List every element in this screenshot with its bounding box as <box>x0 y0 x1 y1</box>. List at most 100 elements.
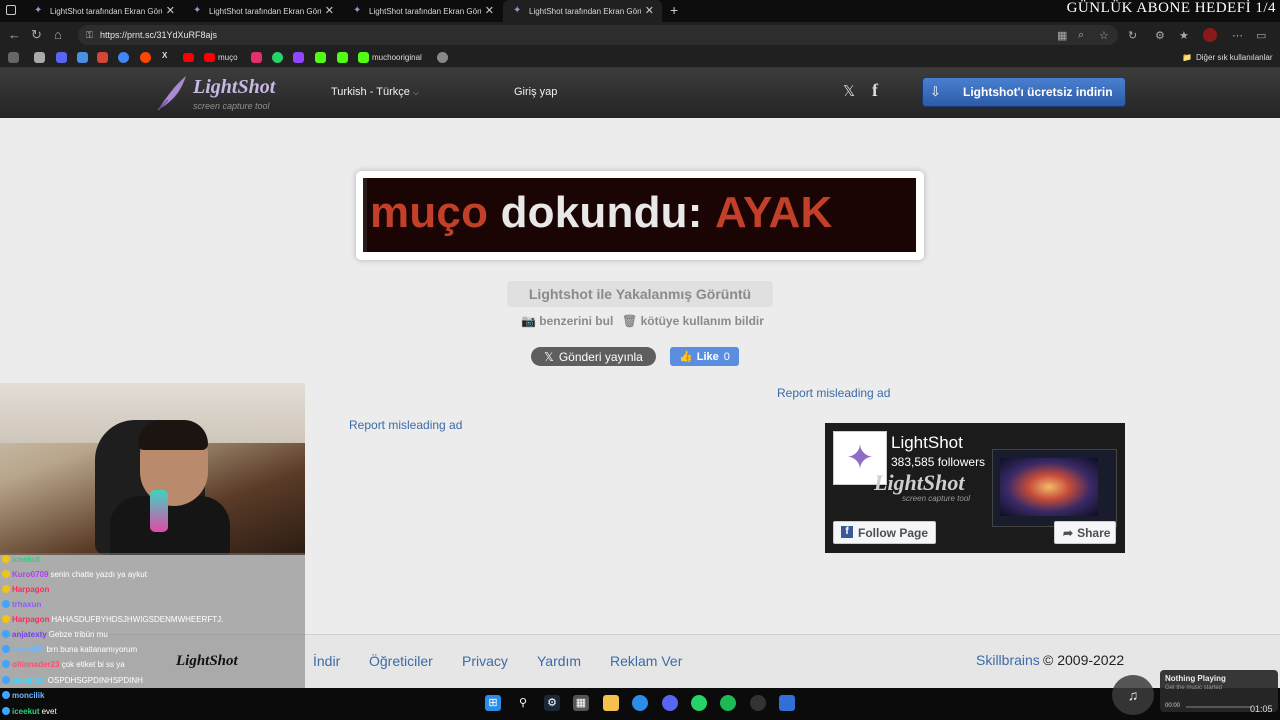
badge-icon <box>2 570 10 578</box>
steam-icon[interactable]: ⚙ <box>544 695 560 711</box>
bookmark-label[interactable]: muchooriginal <box>372 53 422 62</box>
youtube-icon[interactable] <box>183 53 194 62</box>
download-button[interactable]: Lightshot'ı ücretsiz indirin <box>922 77 1126 107</box>
lock-icon[interactable]: ⚿ <box>86 30 93 41</box>
widget-watermark: LightShot <box>874 470 965 495</box>
chat-message: moncilik <box>2 688 46 702</box>
report-misleading-ad-link[interactable]: Report misleading ad <box>349 418 462 432</box>
bookmark-icon[interactable] <box>34 52 45 63</box>
fb-page-name[interactable]: LightShot <box>891 433 963 453</box>
zoom-icon[interactable]: ⌕ <box>1078 29 1084 42</box>
close-icon[interactable]: ✕ <box>325 4 334 17</box>
footer-link-advertise[interactable]: Reklam Ver <box>610 653 682 669</box>
tab-title: LightShot tarafından Ekran Görün <box>50 6 162 16</box>
obs-icon[interactable] <box>750 695 766 711</box>
chat-username: Bedir027 <box>12 675 46 685</box>
lightshot-feather-icon: ✦ <box>353 5 362 16</box>
gmail-icon[interactable] <box>97 52 108 63</box>
chevron-down-icon: ⌵ <box>412 88 419 97</box>
close-icon[interactable]: ✕ <box>645 4 654 17</box>
more-icon[interactable]: ⋯ <box>1232 29 1243 42</box>
windows-start-icon[interactable]: ⊞ <box>485 695 501 711</box>
youtube-icon[interactable] <box>204 53 215 62</box>
extensions-icon[interactable]: ⚙ <box>1155 29 1165 42</box>
whatsapp-icon[interactable] <box>272 52 283 63</box>
chat-username: trhaxun <box>12 599 42 609</box>
language-select[interactable]: Turkish - Türkçe ⌵ <box>331 86 419 98</box>
camera-icon: 📷 <box>521 314 536 328</box>
store-icon[interactable]: ▦ <box>573 695 589 711</box>
x-icon[interactable]: X <box>162 51 167 60</box>
music-note-icon[interactable]: ♫ <box>1112 675 1154 715</box>
download-icon: ⇩ <box>930 84 941 99</box>
bookmark-icon[interactable] <box>8 52 19 63</box>
footer-link-privacy[interactable]: Privacy <box>462 653 508 669</box>
discord-icon[interactable] <box>56 52 67 63</box>
app-icon[interactable] <box>779 695 795 711</box>
browser-tab[interactable]: ✦ LightShot tarafından Ekran Görün ✕ <box>24 0 183 22</box>
find-similar-link[interactable]: 📷 benzerini bul <box>521 314 613 328</box>
favorite-star-icon[interactable]: ☆ <box>1099 29 1109 42</box>
twitch-icon[interactable] <box>293 52 304 63</box>
refresh-icon[interactable]: ↻ <box>1128 29 1137 42</box>
profile-avatar[interactable] <box>1203 28 1217 42</box>
new-tab-icon[interactable]: + <box>670 2 678 18</box>
close-icon[interactable]: ✕ <box>166 4 175 17</box>
reload-icon[interactable]: ↻ <box>31 27 42 43</box>
discord-icon[interactable] <box>662 695 678 711</box>
close-icon[interactable]: ✕ <box>485 4 494 17</box>
sidebar-icon[interactable]: ▭ <box>1256 29 1266 42</box>
report-misleading-ad-link[interactable]: Report misleading ad <box>777 386 890 400</box>
footer-link-tutorials[interactable]: Öğreticiler <box>369 653 433 669</box>
chat-message: Kuro0709 senin chatte yazdı ya aykut <box>2 567 147 581</box>
favorites-icon[interactable]: ★ <box>1179 29 1189 42</box>
skillbrains-link[interactable]: Skillbrains <box>976 652 1040 668</box>
taskbar-clock[interactable]: 01:05 <box>1250 704 1273 714</box>
kick-icon[interactable] <box>358 52 369 63</box>
chat-text: senin chatte yazdı ya aykut <box>50 569 147 579</box>
site-logo[interactable]: LightShot <box>193 76 275 99</box>
other-bookmarks[interactable]: Diğer sık kullanılanlar <box>1196 53 1272 62</box>
file-explorer-icon[interactable] <box>603 695 619 711</box>
edge-icon[interactable] <box>632 695 648 711</box>
tab-title: LightShot tarafından Ekran Görün <box>209 6 321 16</box>
bookmark-icon[interactable] <box>77 52 88 63</box>
browser-tab[interactable]: ✦ LightShot tarafından Ekran Görün ✕ <box>183 0 342 22</box>
login-link[interactable]: Giriş yap <box>514 86 557 98</box>
whatsapp-icon[interactable] <box>691 695 707 711</box>
folder-icon[interactable]: 📁 <box>1182 53 1192 62</box>
footer-link-help[interactable]: Yardım <box>537 653 581 669</box>
window-menu-icon[interactable] <box>6 5 16 15</box>
facebook-icon[interactable]: f <box>872 80 878 101</box>
like-label: Like <box>696 350 719 363</box>
url-text[interactable]: https://prnt.sc/31YdXuRF8ajs <box>100 30 217 40</box>
share-label: Share <box>1077 525 1111 540</box>
spotify-icon[interactable] <box>720 695 736 711</box>
footer-link-download[interactable]: İndir <box>313 653 340 669</box>
facebook-like-button[interactable]: 👍 Like 0 <box>670 347 739 366</box>
back-icon[interactable]: ← <box>8 27 21 42</box>
x-post-button[interactable]: 𝕏 Gönderi yayınla <box>531 347 656 366</box>
badge-icon <box>2 615 10 623</box>
address-bar[interactable] <box>78 25 1118 45</box>
chat-username: Harpagon <box>12 614 50 624</box>
bookmark-icon[interactable] <box>437 52 448 63</box>
browser-tab-active[interactable]: ✦ LightShot tarafından Ekran Görün ✕ <box>503 0 662 22</box>
browser-tab[interactable]: ✦ LightShot tarafından Ekran Görün ✕ <box>343 0 502 22</box>
bookmark-label[interactable]: muço <box>218 53 238 62</box>
lightshot-feather-icon[interactable] <box>156 74 188 112</box>
instagram-icon[interactable] <box>251 52 262 63</box>
apps-icon[interactable]: ▦ <box>1057 29 1067 42</box>
search-icon[interactable]: ⚲ <box>515 695 531 711</box>
reddit-icon[interactable] <box>140 52 151 63</box>
kick-icon[interactable] <box>337 52 348 63</box>
kick-icon[interactable] <box>315 52 326 63</box>
screen: ✦ LightShot tarafından Ekran Görün ✕ ✦ L… <box>0 0 1280 720</box>
report-abuse-link[interactable]: 🗑 kötüye kullanım bildir <box>622 314 764 328</box>
google-icon[interactable] <box>118 52 129 63</box>
twitter-icon[interactable]: 𝕏 <box>843 82 855 100</box>
share-button[interactable]: ➦ Share <box>1054 521 1116 544</box>
media-progress-bar[interactable] <box>1186 706 1252 708</box>
chat-text: HAHASDUFBYHDSJHWIGSDENMWHEERFTJ. <box>51 614 224 624</box>
home-icon[interactable]: ⌂ <box>54 27 62 42</box>
